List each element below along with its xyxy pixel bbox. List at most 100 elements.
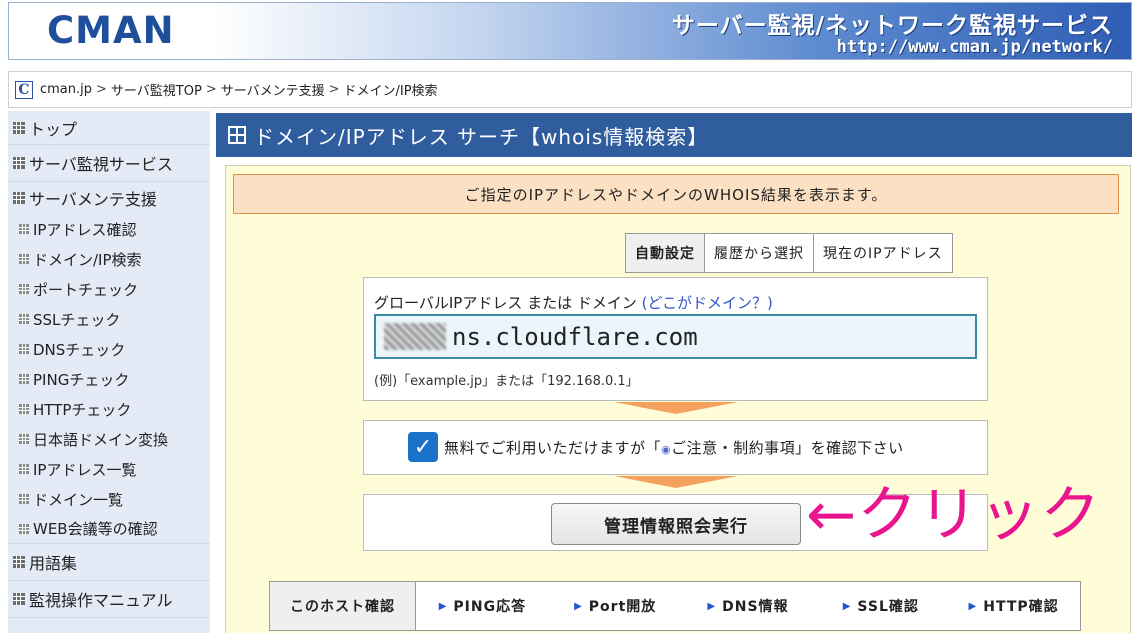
triangle-right-icon: ▶	[707, 600, 717, 612]
sidebar-item-label: サーバ監視サービス	[29, 155, 173, 174]
header-title: サーバー監視/ネットワーク監視サービス	[671, 12, 1113, 39]
redacted-mask	[384, 323, 446, 350]
breadcrumb-item-monitoring-top[interactable]: サーバ監視TOP	[111, 80, 202, 99]
window-grid-icon	[228, 126, 246, 144]
host-check-bar: このホスト確認 ▶ PING応答 ▶ Port開放 ▶ DNS情報 ▶ SSL確認 ▶ H…	[269, 581, 1081, 631]
input-example: (例)「example.jp」または「192.168.0.1」	[374, 374, 639, 389]
breadcrumb-separator: >	[96, 82, 107, 97]
page-title: ドメイン/IPアドレス サーチ【whois情報検索】	[254, 124, 709, 149]
tab-current-ip[interactable]: 現在のIPアドレス	[813, 234, 952, 272]
down-arrow-icon	[614, 476, 738, 488]
breadcrumb-item-current: ドメイン/IP検索	[343, 84, 438, 99]
sidebar-item-label: HTTPチェック	[33, 400, 132, 419]
sidebar-item-label: ドメイン一覧	[33, 490, 124, 509]
what-is-domain-link[interactable]: (どこがドメイン？)	[642, 294, 773, 312]
sidebar-item-label: 監視操作マニュアル	[29, 591, 173, 610]
sidebar-item-label: 日本語ドメイン変換	[33, 430, 169, 449]
sidebar-item-ip-list[interactable]: IPアドレス一覧	[8, 454, 210, 484]
grid-icon	[13, 192, 25, 204]
sidebar-item-label: トップ	[29, 119, 78, 139]
input-label: グローバルIPアドレス または ドメイン (どこがドメイン？)	[374, 292, 773, 313]
host-link-http[interactable]: ▶ HTTP確認	[947, 596, 1080, 616]
sidebar-item-label: ポートチェック	[33, 280, 139, 299]
sidebar-item-server-monitoring[interactable]: サーバ監視サービス	[8, 145, 210, 182]
down-arrow-icon	[614, 402, 738, 414]
breadcrumb-item-maintenance[interactable]: サーバメンテ支援	[221, 80, 325, 99]
host-link-label: HTTP確認	[983, 599, 1059, 615]
sidebar-item-label: PINGチェック	[33, 370, 130, 389]
grid-icon	[19, 464, 29, 474]
input-label-text: グローバルIPアドレス または ドメイン	[374, 294, 637, 312]
cman-logo-icon[interactable]: C	[15, 80, 33, 99]
breadcrumb-separator: >	[328, 82, 340, 97]
host-link-dns[interactable]: ▶ DNS情報	[682, 596, 815, 616]
tab-auto[interactable]: 自動設定	[626, 234, 704, 272]
grid-icon	[19, 523, 29, 534]
domain-input[interactable]	[374, 314, 977, 359]
grid-icon	[13, 556, 25, 568]
grid-icon	[13, 593, 25, 605]
page-title-bar: ドメイン/IPアドレス サーチ【whois情報検索】	[216, 113, 1132, 157]
host-link-port[interactable]: ▶ Port開放	[549, 596, 682, 616]
sidebar-item-ping-check[interactable]: PINGチェック	[8, 364, 210, 394]
grid-icon	[19, 284, 29, 294]
sidebar-item-label: サーバメンテ支援	[29, 190, 157, 209]
execute-button[interactable]: 管理情報照会実行	[551, 503, 801, 545]
host-link-label: SSL確認	[857, 599, 919, 615]
click-annotation: ←クリック	[806, 480, 1102, 550]
sidebar-item-http-check[interactable]: HTTPチェック	[8, 394, 210, 424]
grid-icon	[19, 224, 29, 234]
sidebar-item-web-meeting[interactable]: WEB会議等の確認	[8, 514, 210, 544]
triangle-right-icon: ▶	[574, 600, 583, 612]
site-header: CMAN サーバー監視/ネットワーク監視サービス http://www.cman…	[8, 2, 1132, 60]
grid-icon	[19, 404, 29, 414]
notice-banner: ご指定のIPアドレスやドメインのWHOIS結果を表示ます。	[233, 174, 1119, 214]
sidebar-item-label: SSLチェック	[33, 310, 121, 329]
restrictions-link[interactable]: ご注意・制約事項	[671, 439, 795, 457]
triangle-right-icon: ▶	[842, 600, 852, 612]
host-link-label: PING応答	[453, 599, 527, 615]
grid-icon	[19, 314, 29, 324]
header-url: http://www.cman.jp/network/	[836, 37, 1113, 57]
sidebar-item-label: WEB会議等の確認	[33, 520, 158, 538]
host-link-ssl[interactable]: ▶ SSL確認	[814, 596, 947, 616]
host-link-ping[interactable]: ▶ PING応答	[416, 596, 549, 616]
search-panel: ご指定のIPアドレスやドメインのWHOIS結果を表示ます。 自動設定 履歴から選…	[225, 165, 1131, 633]
sidebar-item-domain-list[interactable]: ドメイン一覧	[8, 484, 210, 514]
grid-icon	[13, 121, 25, 134]
sidebar-item-glossary[interactable]: 用語集	[8, 544, 210, 581]
agree-checkbox[interactable]: ✓	[408, 432, 438, 462]
breadcrumb-item-home[interactable]: cman.jp	[40, 82, 92, 97]
host-link-label: Port開放	[588, 599, 657, 615]
sidebar-item-label: IPアドレス確認	[33, 220, 137, 239]
play-circle-icon: ◉	[661, 443, 672, 456]
breadcrumb-separator: >	[205, 82, 217, 97]
sidebar: トップ サーバ監視サービス サーバメンテ支援 IPアドレス確認 ドメイン/IP検…	[8, 111, 210, 633]
sidebar-item-ip-check[interactable]: IPアドレス確認	[8, 214, 210, 244]
sidebar-item-domain-ip-search[interactable]: ドメイン/IP検索	[8, 244, 210, 274]
sidebar-item-japanese-domain[interactable]: 日本語ドメイン変換	[8, 424, 210, 454]
agreement-suffix: 」を確認下さい	[795, 439, 904, 457]
domain-input-box: グローバルIPアドレス または ドメイン (どこがドメイン？) (例)「exam…	[363, 277, 988, 401]
sidebar-item-label: ドメイン/IP検索	[33, 250, 142, 269]
sidebar-item-ssl-check[interactable]: SSLチェック	[8, 304, 210, 334]
sidebar-item-top[interactable]: トップ	[8, 111, 210, 145]
triangle-right-icon: ▶	[438, 600, 448, 612]
sidebar-item-server-maintenance[interactable]: サーバメンテ支援	[8, 182, 210, 214]
grid-icon	[19, 374, 29, 384]
agreement-text: 無料でご利用いただけますが「◉ご注意・制約事項」を確認下さい	[444, 437, 904, 458]
sidebar-item-label: DNSチェック	[33, 340, 126, 359]
sidebar-item-dns-check[interactable]: DNSチェック	[8, 334, 210, 364]
host-check-label: このホスト確認	[270, 582, 416, 630]
grid-icon	[19, 254, 29, 264]
sidebar-item-port-check[interactable]: ポートチェック	[8, 274, 210, 304]
site-logo[interactable]: CMAN	[47, 9, 175, 52]
grid-icon	[19, 494, 29, 504]
tab-history[interactable]: 履歴から選択	[704, 234, 813, 272]
sidebar-item-manual[interactable]: 監視操作マニュアル	[8, 581, 210, 618]
input-mode-tabs: 自動設定 履歴から選択 現在のIPアドレス	[625, 233, 953, 273]
grid-icon	[13, 157, 25, 169]
sidebar-item-label: 用語集	[29, 554, 78, 573]
grid-icon	[19, 344, 29, 354]
host-link-label: DNS情報	[722, 599, 789, 615]
